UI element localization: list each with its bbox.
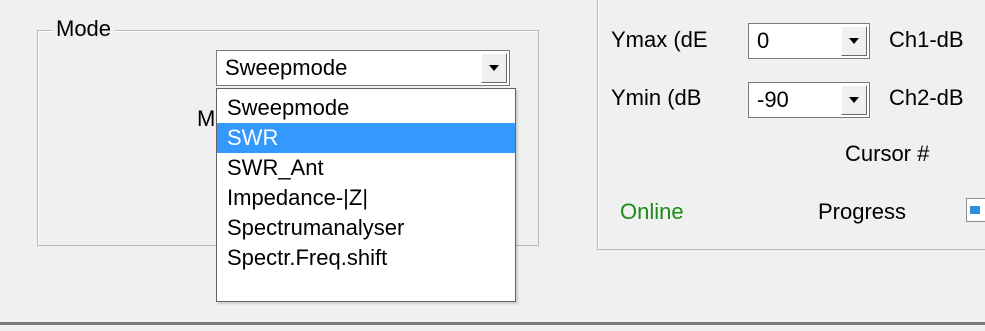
ch1-db-label: Ch1-dB [889, 27, 964, 52]
mode-option-swr[interactable]: SWR [217, 123, 515, 153]
ch2-db-label: Ch2-dB [889, 85, 964, 110]
mode-select[interactable]: Sweepmode [216, 50, 510, 86]
chevron-down-icon [849, 97, 859, 103]
mode-option-swr-ant[interactable]: SWR_Ant [217, 153, 515, 183]
mode-option-sweepmode[interactable]: Sweepmode [217, 93, 515, 123]
ymax-label: Ymax (dE [611, 27, 708, 52]
ymax-select-value: 0 [757, 28, 770, 53]
ymax-select[interactable]: 0 [748, 23, 870, 59]
window-bottom-border [0, 322, 985, 325]
ymin-select-value: -90 [757, 87, 789, 112]
mode-option-spectr-freq-shift[interactable]: Spectr.Freq.shift [217, 243, 515, 273]
cursor-label: Cursor # [845, 141, 930, 166]
ymax-dropdown-button[interactable] [841, 26, 867, 56]
mode-option-impedance[interactable]: Impedance-|Z| [217, 183, 515, 213]
ymin-select[interactable]: -90 [748, 82, 870, 118]
mode-label-fragment: M [197, 106, 216, 131]
mode-group-title: Mode [52, 17, 116, 41]
mode-dropdown-list: Sweepmode SWR SWR_Ant Impedance-|Z| Spec… [216, 88, 516, 302]
status-online-text: Online [620, 199, 684, 224]
chevron-down-icon [849, 38, 859, 44]
mode-select-value: Sweepmode [225, 55, 348, 80]
ymin-label: Ymin (dB [611, 85, 702, 110]
mode-dropdown-button[interactable] [481, 53, 507, 83]
mode-option-spectrumanalyser[interactable]: Spectrumanalyser [217, 213, 515, 243]
progress-bar-fill [970, 206, 980, 214]
ymin-dropdown-button[interactable] [841, 85, 867, 115]
progress-bar [966, 198, 985, 222]
progress-label: Progress [818, 199, 907, 224]
chevron-down-icon [489, 65, 499, 71]
